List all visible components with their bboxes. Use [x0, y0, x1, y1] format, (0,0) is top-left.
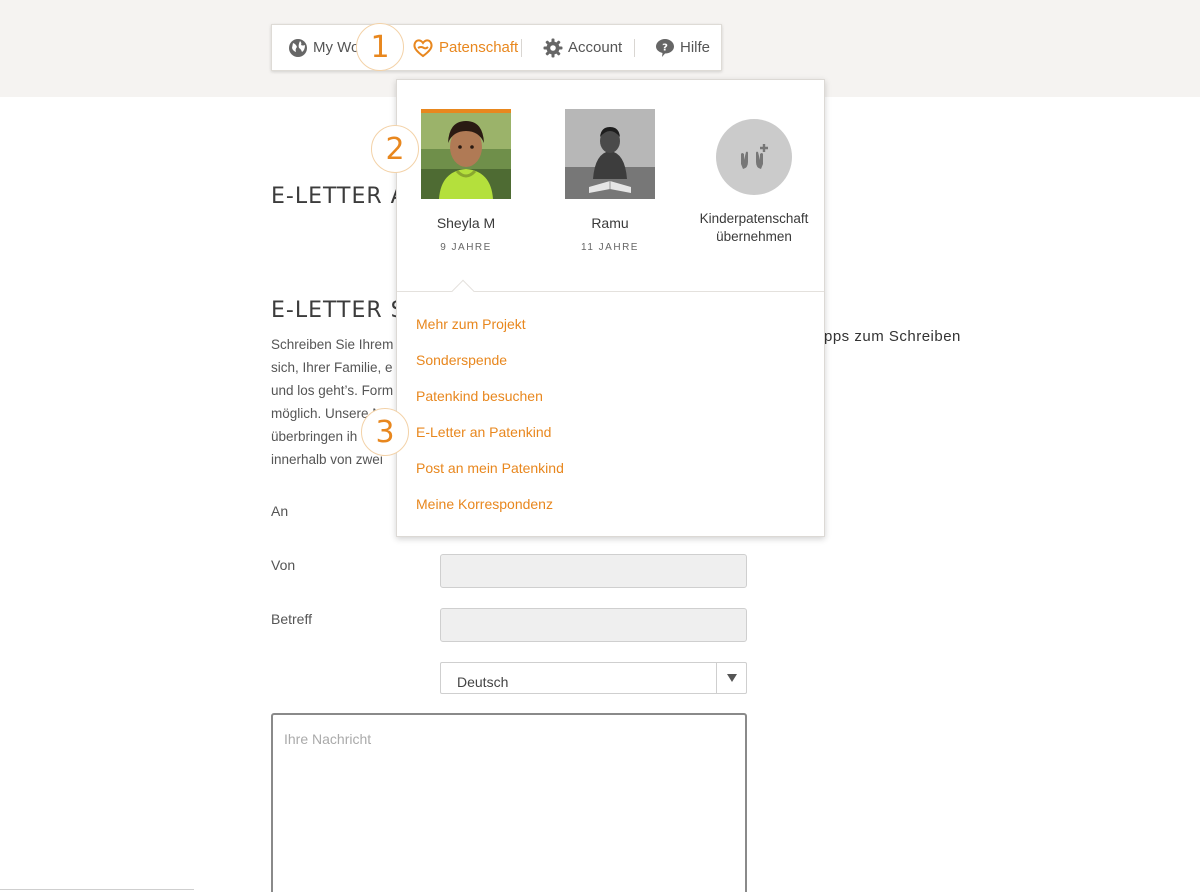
gear-icon [543, 38, 563, 57]
add-sponsorship-button[interactable] [716, 119, 792, 195]
message-placeholder: Ihre Nachricht [284, 731, 372, 747]
step-marker: 2 [371, 125, 419, 173]
menu-item-post[interactable]: Post an mein Patenkind [416, 460, 564, 496]
nav-divider [521, 39, 522, 57]
add-sponsorship-label[interactable]: Kinderpatenschaft übernehmen [684, 210, 824, 246]
nav-help[interactable]: ? Hilfe [655, 25, 710, 70]
from-label: Von [271, 557, 296, 573]
svg-text:?: ? [662, 42, 668, 53]
menu-item-eletter[interactable]: E-Letter an Patenkind [416, 424, 564, 460]
nav-my-world-label: My Wo [313, 39, 360, 56]
page-title-top: E-LETTER A [271, 184, 407, 209]
nav-patenschaft[interactable]: Patenschaft [412, 25, 518, 70]
sponsorship-menu: Mehr zum Projekt Sonderspende Patenkind … [416, 316, 564, 532]
from-field[interactable] [440, 554, 747, 588]
nav-help-label: Hilfe [680, 39, 711, 56]
step-marker: 3 [361, 408, 409, 456]
sponsorship-dropdown: Sheyla M 9 JAHRE Ramu 11 JAHRE Kinderpat… [396, 79, 825, 537]
language-select-value: Deutsch [457, 674, 509, 690]
add-sponsorship-label-line: übernehmen [716, 229, 792, 244]
child-name: Ramu [591, 215, 629, 231]
child-card-sheyla[interactable]: Sheyla M 9 JAHRE [421, 109, 511, 253]
subject-field[interactable] [440, 608, 747, 642]
language-select[interactable]: Deutsch [440, 662, 747, 694]
child-card-ramu[interactable]: Ramu 11 JAHRE [565, 109, 655, 253]
child-age: 9 JAHRE [440, 242, 492, 253]
hands-plus-icon [741, 144, 768, 169]
selection-caret [451, 279, 475, 303]
nav-divider [634, 39, 635, 57]
message-textarea[interactable]: Ihre Nachricht [271, 713, 747, 892]
child-photo [421, 109, 511, 199]
divider [0, 889, 194, 890]
menu-item-project[interactable]: Mehr zum Projekt [416, 316, 564, 352]
select-toggle[interactable] [716, 663, 746, 693]
globe-icon [289, 38, 307, 57]
menu-item-visit-child[interactable]: Patenkind besuchen [416, 388, 564, 424]
nav-account-label: Account [568, 39, 623, 56]
menu-item-correspondence[interactable]: Meine Korrespondenz [416, 496, 564, 532]
child-age: 11 JAHRE [581, 242, 639, 253]
step-marker: 1 [356, 23, 404, 71]
writing-tips-link[interactable]: pps zum Schreiben [824, 328, 961, 345]
to-label: An [271, 503, 289, 519]
subject-label: Betreff [271, 611, 312, 627]
nav-my-world[interactable]: My Wo [288, 25, 359, 70]
child-photo [565, 109, 655, 199]
nav-patenschaft-label: Patenschaft [439, 39, 519, 56]
triangle-down-icon [726, 674, 737, 682]
add-sponsorship-label-line: Kinderpatenschaft [699, 211, 809, 226]
nav-account[interactable]: Account [543, 25, 622, 70]
menu-item-special-donation[interactable]: Sonderspende [416, 352, 564, 388]
heart-hand-icon [413, 38, 433, 57]
main-navigation: My Wo Patenschaft Account ? Hilfe [271, 24, 722, 71]
child-name: Sheyla M [436, 215, 496, 231]
page-title: E-LETTER S [271, 298, 406, 323]
help-bubble-icon: ? [656, 38, 674, 57]
